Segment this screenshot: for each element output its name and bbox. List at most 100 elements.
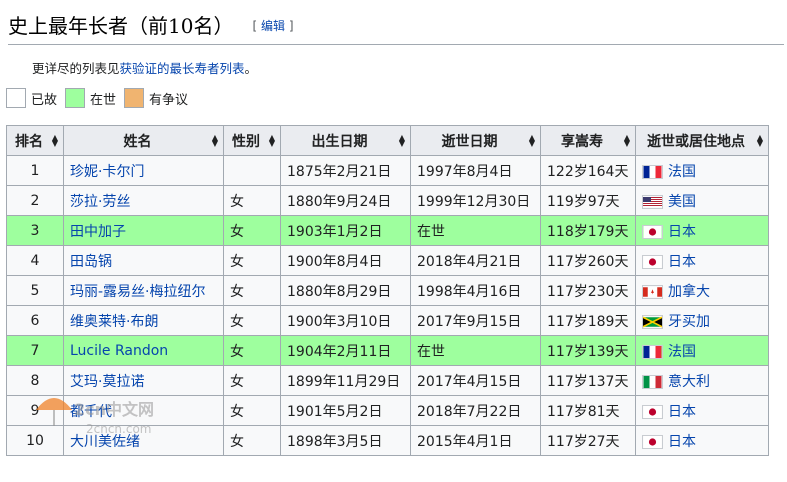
japan-flag-icon [642, 224, 663, 239]
person-link[interactable]: 田中加子 [70, 224, 126, 240]
country-link[interactable]: 日本 [668, 224, 696, 240]
cell-place: 美国 [635, 185, 769, 216]
cell-sex: 女 [223, 245, 281, 276]
table-row: 2 莎拉·劳丝 女 1880年9月24日 1999年12月30日 119岁97天 美国 [6, 185, 769, 216]
cell-birth: 1900年3月10日 [280, 305, 411, 336]
cell-place: 日本 [635, 245, 769, 276]
cell-birth: 1901年5月2日 [280, 395, 411, 426]
jamaica-flag-icon [642, 314, 663, 329]
legend-swatch-disputed [124, 88, 145, 108]
section-title: 史上最年长者（前10名） [8, 14, 234, 38]
country-link[interactable]: 意大利 [668, 374, 710, 390]
sort-icon: ▲ ▼ [756, 133, 763, 148]
usa-flag-icon [642, 194, 663, 209]
section-heading: 史上最年长者（前10名） [ 编辑 ] [8, 12, 784, 45]
person-link[interactable]: 艾玛·莫拉诺 [70, 374, 144, 390]
country-link[interactable]: 法国 [668, 344, 696, 360]
person-link[interactable]: 珍妮·卡尔门 [70, 164, 144, 180]
cell-death: 在世 [410, 335, 541, 366]
cell-age: 119岁97天 [540, 185, 636, 216]
cell-rank: 8 [6, 365, 64, 396]
cell-rank: 7 [6, 335, 64, 366]
header-rank[interactable]: 排名 ▲ ▼ [6, 125, 64, 156]
canada-flag-icon [642, 284, 663, 299]
header-death[interactable]: 逝世日期 ▲ ▼ [410, 125, 541, 156]
japan-flag-icon [642, 434, 663, 449]
header-sex[interactable]: 性别 ▲ ▼ [223, 125, 281, 156]
cell-birth: 1903年1月2日 [280, 215, 411, 246]
cell-death: 在世 [410, 215, 541, 246]
table-row: 9 都千代 女 1901年5月2日 2018年7月22日 117岁81天 日本 [6, 395, 769, 426]
person-link[interactable]: 玛丽-露易丝·梅拉纽尔 [70, 284, 206, 300]
cell-sex: 女 [223, 305, 281, 336]
cell-age: 122岁164天 [540, 155, 636, 186]
table-row: 5 玛丽-露易丝·梅拉纽尔 女 1880年8月29日 1998年4月16日 117岁230… [6, 275, 769, 306]
cell-death: 2017年4月15日 [410, 365, 541, 396]
sort-icon: ▲ ▼ [268, 133, 275, 148]
person-link[interactable]: 大川美佐绪 [70, 434, 140, 450]
header-name[interactable]: 姓名 ▲ ▼ [63, 125, 224, 156]
table-row: 4 田岛锅 女 1900年8月4日 2018年4月21日 117岁260天 日本 [6, 245, 769, 276]
country-link[interactable]: 法国 [668, 164, 696, 180]
table-header-row: 排名 ▲ ▼ 姓名 ▲ ▼ 性别 ▲ ▼ 出生日期 ▲ ▼ 逝世日期 ▲ ▼ 享嵩寿 ▲ ▼ 逝世或居住… [6, 125, 769, 156]
cell-death: 1997年8月4日 [410, 155, 541, 186]
cell-age: 117岁81天 [540, 395, 636, 426]
cell-rank: 1 [6, 155, 64, 186]
cell-sex: 女 [223, 425, 281, 456]
cell-birth: 1899年11月29日 [280, 365, 411, 396]
table-row: 1 珍妮·卡尔门 1875年2月21日 1997年8月4日 122岁164天 法国 [6, 155, 769, 186]
cell-age: 117岁27天 [540, 425, 636, 456]
cell-birth: 1875年2月21日 [280, 155, 411, 186]
person-link[interactable]: 田岛锅 [70, 254, 112, 270]
sort-icon: ▲ ▼ [623, 133, 630, 148]
table-row: 6 维奥莱特·布朗 女 1900年3月10日 2017年9月15日 117岁189天 牙买加 [6, 305, 769, 336]
sort-icon: ▲ ▼ [398, 133, 405, 148]
edit-link[interactable]: 编辑 [261, 19, 285, 33]
cell-name: 田中加子 [63, 215, 224, 246]
legend-label-living: 在世 [90, 92, 117, 108]
country-link[interactable]: 日本 [668, 404, 696, 420]
cell-death: 2015年4月1日 [410, 425, 541, 456]
table-row: 10 大川美佐绪 女 1898年3月5日 2015年4月1日 117岁27天 日本 [6, 425, 769, 456]
person-link[interactable]: 都千代 [70, 404, 112, 420]
cell-rank: 6 [6, 305, 64, 336]
cell-birth: 1900年8月4日 [280, 245, 411, 276]
cell-name: Lucile Randon [63, 335, 224, 366]
cell-place: 牙买加 [635, 305, 769, 336]
cell-sex: 女 [223, 395, 281, 426]
country-link[interactable]: 日本 [668, 434, 696, 450]
cell-place: 日本 [635, 425, 769, 456]
sort-icon: ▲ ▼ [51, 133, 58, 148]
cell-rank: 5 [6, 275, 64, 306]
cell-name: 维奥莱特·布朗 [63, 305, 224, 336]
cell-sex: 女 [223, 215, 281, 246]
cell-name: 都千代 [63, 395, 224, 426]
edit-section: [ 编辑 ] [252, 19, 294, 33]
cell-place: 日本 [635, 215, 769, 246]
country-link[interactable]: 美国 [668, 194, 696, 210]
country-link[interactable]: 日本 [668, 254, 696, 270]
cell-place: 意大利 [635, 365, 769, 396]
cell-death: 1998年4月16日 [410, 275, 541, 306]
cell-birth: 1880年8月29日 [280, 275, 411, 306]
person-link[interactable]: Lucile Randon [70, 343, 168, 359]
cell-name: 莎拉·劳丝 [63, 185, 224, 216]
table-row: 8 艾玛·莫拉诺 女 1899年11月29日 2017年4月15日 117岁137天 意大利 [6, 365, 769, 396]
table-row: 7 Lucile Randon 女 1904年2月11日 在世 117岁139天 法国 [6, 335, 769, 366]
cell-age: 117岁139天 [540, 335, 636, 366]
header-birth[interactable]: 出生日期 ▲ ▼ [280, 125, 411, 156]
person-link[interactable]: 莎拉·劳丝 [70, 194, 130, 210]
person-link[interactable]: 维奥莱特·布朗 [70, 314, 158, 330]
verified-list-link[interactable]: 获验证的最长寿者列表 [120, 61, 245, 76]
country-link[interactable]: 牙买加 [668, 314, 710, 330]
cell-death: 2018年4月21日 [410, 245, 541, 276]
legend-swatch-deceased [6, 88, 26, 108]
cell-rank: 2 [6, 185, 64, 216]
cell-death: 2018年7月22日 [410, 395, 541, 426]
header-place[interactable]: 逝世或居住地点 ▲ ▼ [635, 125, 769, 156]
cell-sex: 女 [223, 335, 281, 366]
cell-name: 田岛锅 [63, 245, 224, 276]
country-link[interactable]: 加拿大 [668, 284, 710, 300]
header-age[interactable]: 享嵩寿 ▲ ▼ [540, 125, 636, 156]
sort-icon: ▲ ▼ [211, 133, 218, 148]
